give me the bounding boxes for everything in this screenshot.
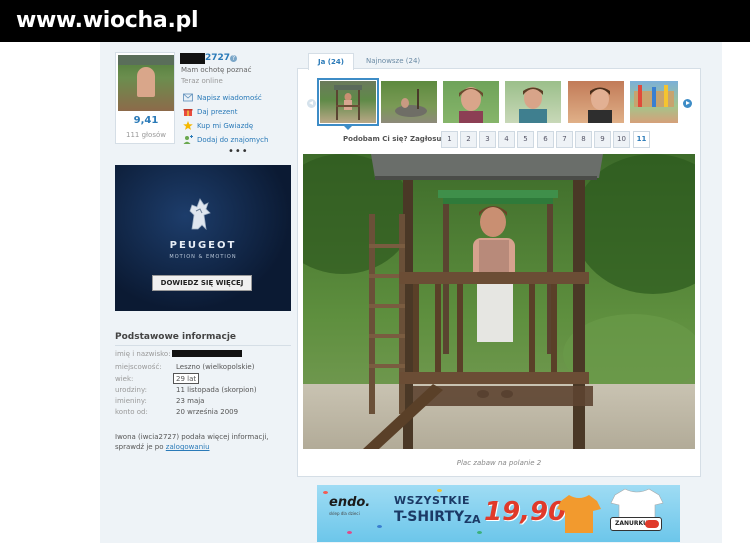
photo-thumbnail[interactable] (568, 81, 624, 123)
vote-prompt: Podobam Ci się? Zagłosuj: (343, 135, 447, 143)
more-info-note: Iwona (iwcia2727) podała więcej informac… (115, 432, 295, 452)
ad-learn-more-button[interactable]: DOWIEDZ SIĘ WIĘCEJ (152, 275, 252, 291)
info-label-nameday: imieniny: (115, 397, 147, 405)
peugeot-lion-logo (189, 198, 211, 231)
add-friend-link[interactable]: Dodaj do znajomych (183, 135, 268, 144)
vote-button-6[interactable]: 6 (537, 131, 554, 148)
vote-button-11[interactable]: 11 (633, 131, 650, 148)
gift-icon (183, 109, 193, 116)
banner-za: ZA (464, 513, 481, 526)
info-value-nameday: 23 maja (176, 397, 205, 405)
add-friend-label: Dodaj do znajomych (197, 135, 269, 144)
give-gift-label: Daj prezent (197, 107, 238, 116)
thumb-playground-image (334, 85, 362, 120)
name-redaction (172, 350, 242, 357)
fish-decor (437, 489, 442, 492)
basic-info-divider (115, 345, 291, 346)
info-value-age: 29 lat (176, 375, 197, 383)
banner-brand: endo. (329, 495, 371, 510)
more-actions-button[interactable]: ••• (228, 146, 249, 157)
thumb-fair-image (634, 85, 674, 107)
banner-dive-in-button[interactable]: ZANURKUJ (610, 517, 662, 531)
info-label-birthday: urodziny: (115, 386, 147, 394)
banner-headline-1: WSZYSTKIE (394, 494, 471, 507)
main-photo[interactable] (303, 154, 695, 449)
add-friend-icon (183, 135, 193, 144)
selected-thumb-indicator (343, 125, 353, 130)
info-label-name: imię i nazwisko: (115, 350, 171, 358)
login-link[interactable]: zalogowaniu (166, 443, 210, 451)
fish-decor (477, 531, 482, 534)
photo-thumbnail[interactable] (381, 81, 437, 123)
help-icon[interactable]: ? (230, 55, 237, 62)
banner-headline-2: T-SHIRTY (394, 509, 465, 525)
tshirt-orange-icon (557, 495, 601, 533)
ad-brand: PEUGEOT (169, 240, 237, 251)
send-message-link[interactable]: Napisz wiadomość (183, 93, 262, 102)
fish-decor (377, 525, 382, 528)
ad-tagline: MOTION & EMOTION (169, 254, 237, 260)
photo-thumbnail[interactable] (443, 81, 499, 123)
photo-thumbnail[interactable] (317, 78, 379, 126)
thumbs-prev-arrow[interactable] (307, 99, 316, 108)
vote-button-4[interactable]: 4 (498, 131, 515, 148)
profile-score: 9,41 (133, 115, 159, 126)
vote-button-9[interactable]: 9 (594, 131, 611, 148)
vote-button-5[interactable]: 5 (517, 131, 534, 148)
vote-button-1[interactable]: 1 (441, 131, 458, 148)
photo-caption: Plac zabaw na polanie 2 (456, 459, 542, 467)
online-status: Teraz online (181, 77, 223, 85)
profile-votes-count: 111 głosów (126, 131, 166, 139)
fish-decor (323, 491, 328, 494)
envelope-icon (183, 93, 193, 102)
profile-username[interactable]: 2727 (205, 53, 230, 63)
avatar-figure (137, 67, 155, 97)
info-label-city: miejscowość: (115, 363, 162, 371)
avatar-bg-roof (118, 55, 174, 65)
send-message-label: Napisz wiadomość (197, 93, 262, 102)
star-icon (183, 121, 193, 130)
username-redaction (180, 53, 205, 64)
avatar[interactable] (118, 55, 174, 111)
arrow-right-icon (645, 520, 659, 528)
thumb-portrait-image (588, 87, 612, 123)
thumb-portrait-image (519, 87, 547, 123)
thumb-portrait-image (459, 87, 483, 123)
profile-avatar-card[interactable]: 9,41 111 głosów (115, 52, 175, 144)
buy-star-label: Kup mi Gwiazdę (197, 121, 254, 130)
fish-decor (347, 531, 352, 534)
info-label-age: wiek: (115, 375, 134, 383)
photo-thumbnail[interactable] (630, 81, 678, 123)
vote-button-3[interactable]: 3 (479, 131, 496, 148)
watermark-logo: www.wiocha.pl (16, 8, 199, 33)
info-value-city: Leszno (wielkopolskie) (176, 363, 255, 371)
tab-me[interactable]: Ja (24) (308, 53, 354, 70)
vote-button-10[interactable]: 10 (613, 131, 630, 148)
peugeot-ad[interactable]: PEUGEOT MOTION & EMOTION DOWIEDZ SIĘ WIĘ… (115, 165, 291, 311)
profile-status-line: Mam ochotę poznać (181, 66, 252, 74)
info-value-birthday: 11 listopada (skorpion) (176, 386, 257, 394)
thumb-outdoor-image (395, 89, 427, 117)
basic-info-title: Podstawowe informacje (115, 332, 237, 342)
info-label-member-since: konto od: (115, 408, 148, 416)
vote-button-8[interactable]: 8 (575, 131, 592, 148)
playground-photo-image (303, 154, 695, 449)
vote-button-2[interactable]: 2 (460, 131, 477, 148)
photo-thumbnail[interactable] (505, 81, 561, 123)
endo-banner-ad[interactable]: endo. sklep dla dzieci WSZYSTKIE T-SHIRT… (317, 485, 680, 542)
info-value-member-since: 20 września 2009 (176, 408, 239, 416)
thumbs-next-arrow[interactable] (683, 99, 692, 108)
give-gift-link[interactable]: Daj prezent (183, 107, 238, 116)
buy-star-link[interactable]: Kup mi Gwiazdę (183, 121, 253, 130)
vote-button-7[interactable]: 7 (556, 131, 573, 148)
banner-brand-sub: sklep dla dzieci (329, 511, 360, 516)
